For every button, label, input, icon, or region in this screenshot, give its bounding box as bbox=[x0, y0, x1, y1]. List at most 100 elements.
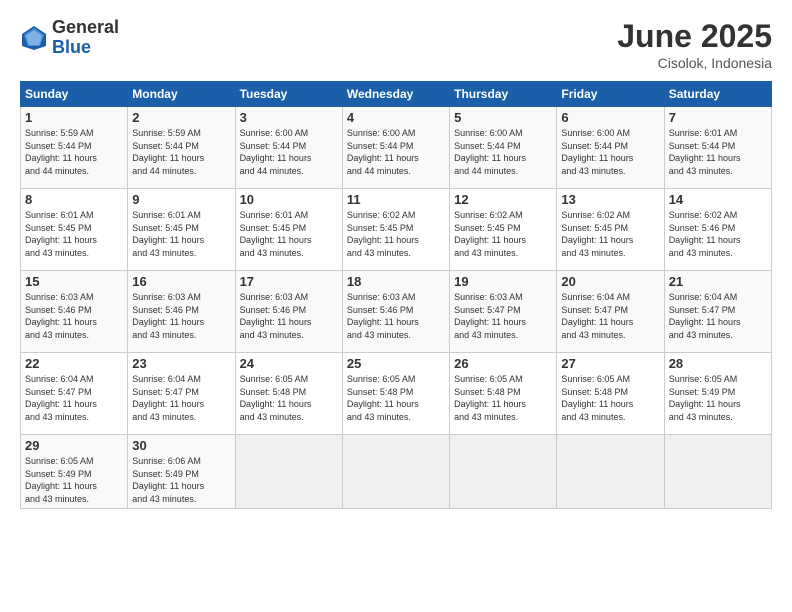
day-number: 25 bbox=[347, 356, 445, 371]
day-info: Sunrise: 6:00 AMSunset: 5:44 PMDaylight:… bbox=[240, 127, 338, 177]
day-number: 4 bbox=[347, 110, 445, 125]
day-number: 18 bbox=[347, 274, 445, 289]
calendar-cell: 9 Sunrise: 6:01 AMSunset: 5:45 PMDaylight… bbox=[128, 189, 235, 271]
day-number: 9 bbox=[132, 192, 230, 207]
location: Cisolok, Indonesia bbox=[617, 55, 772, 71]
day-info: Sunrise: 6:03 AMSunset: 5:47 PMDaylight:… bbox=[454, 291, 552, 341]
day-info: Sunrise: 6:00 AMSunset: 5:44 PMDaylight:… bbox=[347, 127, 445, 177]
day-number: 13 bbox=[561, 192, 659, 207]
calendar-cell: 14 Sunrise: 6:02 AMSunset: 5:46 PMDayligh… bbox=[664, 189, 771, 271]
day-info: Sunrise: 6:02 AMSunset: 5:45 PMDaylight:… bbox=[454, 209, 552, 259]
col-sunday: Sunday bbox=[21, 82, 128, 107]
calendar-cell bbox=[235, 435, 342, 509]
col-tuesday: Tuesday bbox=[235, 82, 342, 107]
day-info: Sunrise: 6:04 AMSunset: 5:47 PMDaylight:… bbox=[561, 291, 659, 341]
calendar-cell: 17Sunrise: 6:03 AMSunset: 5:46 PMDayligh… bbox=[235, 271, 342, 353]
calendar-cell: 1Sunrise: 5:59 AMSunset: 5:44 PMDaylight… bbox=[21, 107, 128, 189]
day-number: 2 bbox=[132, 110, 230, 125]
day-number: 14 bbox=[669, 192, 767, 207]
day-number: 28 bbox=[669, 356, 767, 371]
calendar-cell: 18 Sunrise: 6:03 AMSunset: 5:46 PMDayligh… bbox=[342, 271, 449, 353]
title-area: June 2025 Cisolok, Indonesia bbox=[617, 18, 772, 71]
day-number: 12 bbox=[454, 192, 552, 207]
calendar-cell: 21Sunrise: 6:04 AMSunset: 5:47 PMDayligh… bbox=[664, 271, 771, 353]
day-info: Sunrise: 5:59 AMSunset: 5:44 PMDaylight:… bbox=[25, 127, 123, 177]
day-info: Sunrise: 6:03 AMSunset: 5:46 PMDaylight:… bbox=[347, 291, 445, 341]
day-info: Sunrise: 6:02 AMSunset: 5:45 PMDaylight:… bbox=[561, 209, 659, 259]
logo-blue-text: Blue bbox=[52, 38, 119, 58]
calendar-table: Sunday Monday Tuesday Wednesday Thursday… bbox=[20, 81, 772, 509]
calendar-cell: 22Sunrise: 6:04 AMSunset: 5:47 PMDayligh… bbox=[21, 353, 128, 435]
calendar-cell: 16 Sunrise: 6:03 AMSunset: 5:46 PMDayligh… bbox=[128, 271, 235, 353]
calendar-cell: 28 Sunrise: 6:05 AMSunset: 5:49 PMDayligh… bbox=[664, 353, 771, 435]
day-info: Sunrise: 6:05 AMSunset: 5:49 PMDaylight:… bbox=[25, 455, 123, 505]
day-number: 30 bbox=[132, 438, 230, 453]
day-info: Sunrise: 6:06 AMSunset: 5:49 PMDaylight:… bbox=[132, 455, 230, 505]
day-info: Sunrise: 6:01 AMSunset: 5:44 PMDaylight:… bbox=[669, 127, 767, 177]
logo: General Blue bbox=[20, 18, 119, 58]
day-number: 27 bbox=[561, 356, 659, 371]
calendar-cell: 6 Sunrise: 6:00 AMSunset: 5:44 PMDaylight… bbox=[557, 107, 664, 189]
calendar-cell: 4 Sunrise: 6:00 AMSunset: 5:44 PMDaylight… bbox=[342, 107, 449, 189]
day-number: 29 bbox=[25, 438, 123, 453]
day-number: 23 bbox=[132, 356, 230, 371]
calendar-cell: 13 Sunrise: 6:02 AMSunset: 5:45 PMDayligh… bbox=[557, 189, 664, 271]
day-info: Sunrise: 6:05 AMSunset: 5:48 PMDaylight:… bbox=[347, 373, 445, 423]
calendar-cell: 27 Sunrise: 6:05 AMSunset: 5:48 PMDayligh… bbox=[557, 353, 664, 435]
calendar-cell: 11 Sunrise: 6:02 AMSunset: 5:45 PMDayligh… bbox=[342, 189, 449, 271]
day-number: 11 bbox=[347, 192, 445, 207]
calendar-cell bbox=[664, 435, 771, 509]
logo-general-text: General bbox=[52, 18, 119, 38]
day-number: 6 bbox=[561, 110, 659, 125]
calendar-cell: 2 Sunrise: 5:59 AMSunset: 5:44 PMDaylight… bbox=[128, 107, 235, 189]
day-info: Sunrise: 6:04 AMSunset: 5:47 PMDaylight:… bbox=[132, 373, 230, 423]
calendar-cell: 8Sunrise: 6:01 AMSunset: 5:45 PMDaylight… bbox=[21, 189, 128, 271]
calendar-page: General Blue June 2025 Cisolok, Indonesi… bbox=[0, 0, 792, 612]
calendar-cell: 19 Sunrise: 6:03 AMSunset: 5:47 PMDayligh… bbox=[450, 271, 557, 353]
day-info: Sunrise: 6:01 AMSunset: 5:45 PMDaylight:… bbox=[25, 209, 123, 259]
day-info: Sunrise: 6:05 AMSunset: 5:48 PMDaylight:… bbox=[240, 373, 338, 423]
day-info: Sunrise: 5:59 AMSunset: 5:44 PMDaylight:… bbox=[132, 127, 230, 177]
calendar-week-4: 22Sunrise: 6:04 AMSunset: 5:47 PMDayligh… bbox=[21, 353, 772, 435]
logo-text: General Blue bbox=[52, 18, 119, 58]
calendar-week-2: 8Sunrise: 6:01 AMSunset: 5:45 PMDaylight… bbox=[21, 189, 772, 271]
col-wednesday: Wednesday bbox=[342, 82, 449, 107]
day-info: Sunrise: 6:05 AMSunset: 5:48 PMDaylight:… bbox=[561, 373, 659, 423]
calendar-cell: 26Sunrise: 6:05 AMSunset: 5:48 PMDayligh… bbox=[450, 353, 557, 435]
day-number: 15 bbox=[25, 274, 123, 289]
calendar-cell: 3 Sunrise: 6:00 AMSunset: 5:44 PMDaylight… bbox=[235, 107, 342, 189]
calendar-cell: 10Sunrise: 6:01 AMSunset: 5:45 PMDayligh… bbox=[235, 189, 342, 271]
col-saturday: Saturday bbox=[664, 82, 771, 107]
day-info: Sunrise: 6:00 AMSunset: 5:44 PMDaylight:… bbox=[561, 127, 659, 177]
calendar-cell: 30 Sunrise: 6:06 AMSunset: 5:49 PMDayligh… bbox=[128, 435, 235, 509]
day-info: Sunrise: 6:00 AMSunset: 5:44 PMDaylight:… bbox=[454, 127, 552, 177]
header: General Blue June 2025 Cisolok, Indonesi… bbox=[20, 18, 772, 71]
day-info: Sunrise: 6:01 AMSunset: 5:45 PMDaylight:… bbox=[132, 209, 230, 259]
day-info: Sunrise: 6:02 AMSunset: 5:45 PMDaylight:… bbox=[347, 209, 445, 259]
day-number: 20 bbox=[561, 274, 659, 289]
calendar-cell: 29 Sunrise: 6:05 AMSunset: 5:49 PMDayligh… bbox=[21, 435, 128, 509]
calendar-cell: 12 Sunrise: 6:02 AMSunset: 5:45 PMDayligh… bbox=[450, 189, 557, 271]
day-info: Sunrise: 6:03 AMSunset: 5:46 PMDaylight:… bbox=[132, 291, 230, 341]
calendar-cell: 15Sunrise: 6:03 AMSunset: 5:46 PMDayligh… bbox=[21, 271, 128, 353]
day-info: Sunrise: 6:05 AMSunset: 5:49 PMDaylight:… bbox=[669, 373, 767, 423]
day-number: 3 bbox=[240, 110, 338, 125]
col-thursday: Thursday bbox=[450, 82, 557, 107]
day-info: Sunrise: 6:02 AMSunset: 5:46 PMDaylight:… bbox=[669, 209, 767, 259]
col-monday: Monday bbox=[128, 82, 235, 107]
calendar-cell bbox=[342, 435, 449, 509]
calendar-week-1: 1Sunrise: 5:59 AMSunset: 5:44 PMDaylight… bbox=[21, 107, 772, 189]
calendar-cell: 24Sunrise: 6:05 AMSunset: 5:48 PMDayligh… bbox=[235, 353, 342, 435]
day-number: 5 bbox=[454, 110, 552, 125]
day-number: 19 bbox=[454, 274, 552, 289]
calendar-cell: 20 Sunrise: 6:04 AMSunset: 5:47 PMDayligh… bbox=[557, 271, 664, 353]
calendar-cell bbox=[450, 435, 557, 509]
calendar-cell bbox=[557, 435, 664, 509]
day-number: 16 bbox=[132, 274, 230, 289]
calendar-week-3: 15 Sunrise: 6:03 AMSunset: 5:46 PMDayligh… bbox=[21, 271, 772, 353]
calendar-cell: 25 Sunrise: 6:05 AMSunset: 5:48 PMDayligh… bbox=[342, 353, 449, 435]
header-row: Sunday Monday Tuesday Wednesday Thursday… bbox=[21, 82, 772, 107]
day-info: Sunrise: 6:04 AMSunset: 5:47 PMDaylight:… bbox=[669, 291, 767, 341]
calendar-cell: 7Sunrise: 6:01 AMSunset: 5:44 PMDaylight… bbox=[664, 107, 771, 189]
col-friday: Friday bbox=[557, 82, 664, 107]
